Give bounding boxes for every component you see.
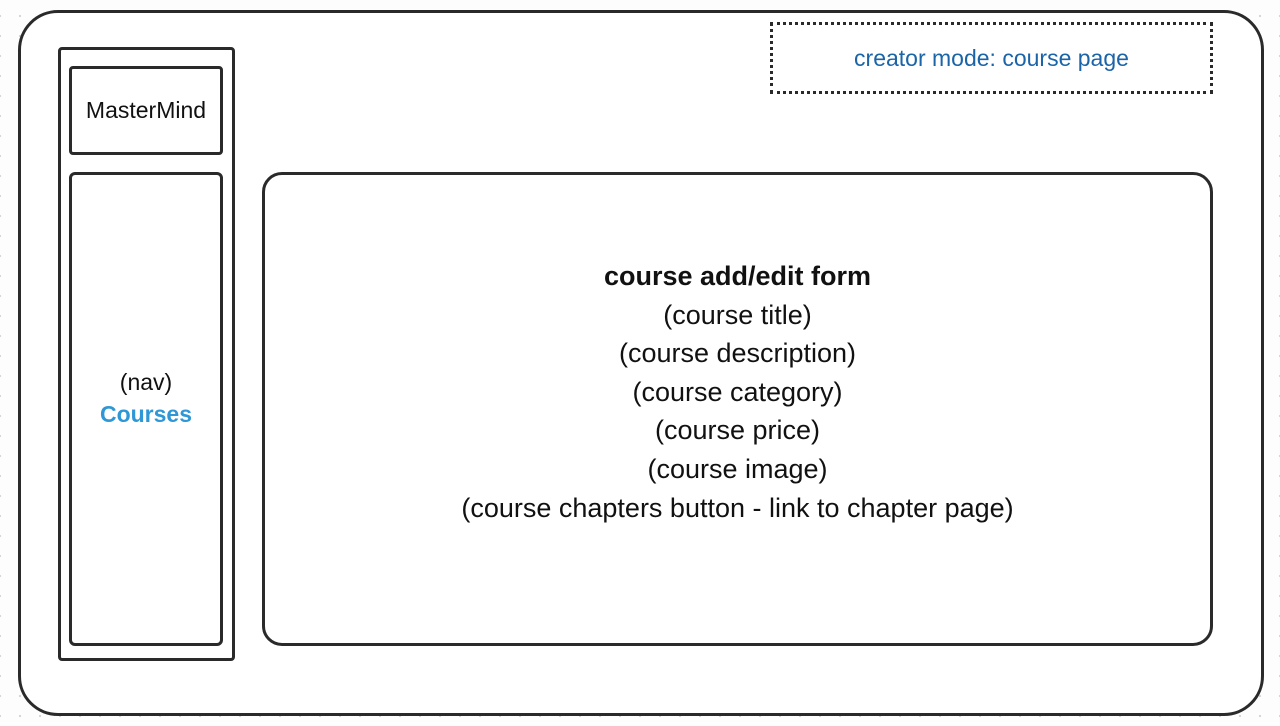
- creator-mode-label: creator mode: course page: [854, 44, 1129, 71]
- course-form-content: course add/edit form (course title) (cou…: [265, 257, 1210, 527]
- nav-placeholder-label: (nav): [119, 369, 173, 395]
- course-chapters-button[interactable]: (course chapters button - link to chapte…: [265, 489, 1210, 528]
- nav-link-courses[interactable]: Courses: [100, 398, 192, 430]
- nav-panel: (nav) Courses: [69, 172, 223, 646]
- course-price-field[interactable]: (course price): [265, 411, 1210, 450]
- creator-mode-badge: creator mode: course page: [770, 22, 1213, 94]
- course-form-title: course add/edit form: [603, 261, 872, 291]
- course-category-field[interactable]: (course category): [265, 373, 1210, 412]
- course-description-field[interactable]: (course description): [265, 334, 1210, 373]
- brand-box: MasterMind: [69, 66, 223, 155]
- brand-logo-text: MasterMind: [85, 97, 207, 123]
- course-image-field[interactable]: (course image): [265, 450, 1210, 489]
- course-form-panel: course add/edit form (course title) (cou…: [262, 172, 1213, 646]
- course-title-field[interactable]: (course title): [265, 296, 1210, 335]
